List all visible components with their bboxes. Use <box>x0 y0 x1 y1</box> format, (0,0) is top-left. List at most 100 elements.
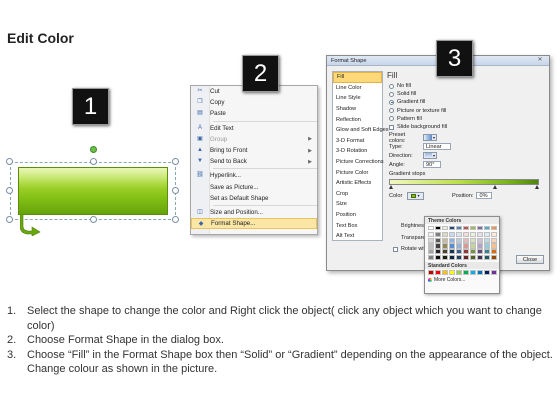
fill-option-picture-or-texture-fill[interactable]: Picture or texture fill <box>387 107 547 115</box>
theme-color-swatch[interactable] <box>428 243 434 249</box>
standard-color-swatch[interactable] <box>456 270 462 276</box>
resize-handle-se[interactable] <box>172 216 179 223</box>
theme-color-swatch[interactable] <box>435 237 441 243</box>
standard-color-swatch[interactable] <box>428 270 434 276</box>
theme-color-swatch[interactable] <box>491 226 497 231</box>
standard-color-swatch[interactable] <box>470 270 476 276</box>
resize-handle-e[interactable] <box>172 187 179 194</box>
nav-item-line-color[interactable]: Line Color <box>333 83 382 94</box>
nav-item-text-box[interactable]: Text Box <box>333 220 382 231</box>
theme-color-swatch[interactable] <box>442 226 448 231</box>
menu-item-hyperlink[interactable]: ⛓ Hyperlink... <box>191 170 317 181</box>
position-input[interactable]: 0% <box>476 192 493 200</box>
close-button[interactable]: Close <box>516 255 544 264</box>
theme-color-swatch[interactable] <box>449 226 455 231</box>
theme-color-swatch[interactable] <box>484 243 490 249</box>
standard-color-swatch[interactable] <box>449 270 455 276</box>
theme-color-swatch[interactable] <box>456 226 462 231</box>
resize-handle-w[interactable] <box>6 187 13 194</box>
theme-color-swatch[interactable] <box>463 231 469 237</box>
theme-color-swatch[interactable] <box>470 249 476 255</box>
theme-color-swatch[interactable] <box>435 231 441 237</box>
theme-color-swatch[interactable] <box>435 254 441 261</box>
theme-color-swatch[interactable] <box>463 243 469 249</box>
theme-color-swatch[interactable] <box>463 254 469 261</box>
rotation-handle[interactable] <box>90 146 97 153</box>
theme-color-swatch[interactable] <box>442 237 448 243</box>
nav-item-alt-text[interactable]: Alt Text <box>333 231 382 242</box>
nav-item-fill[interactable]: Fill <box>333 72 382 83</box>
theme-color-swatch[interactable] <box>456 231 462 237</box>
menu-item-format-shape[interactable]: ◆ Format Shape... <box>191 218 317 230</box>
gradient-stop-handle[interactable] <box>389 185 393 190</box>
theme-color-swatch[interactable] <box>456 249 462 255</box>
theme-color-swatch[interactable] <box>449 254 455 261</box>
color-picker-button[interactable]: ▾ <box>407 191 424 200</box>
menu-item-bring-to-front[interactable]: ▲ Bring to Front ▶ <box>191 145 317 156</box>
resize-handle-nw[interactable] <box>6 158 13 165</box>
nav-item-position[interactable]: Position <box>333 210 382 221</box>
theme-color-swatch[interactable] <box>477 231 483 237</box>
theme-color-swatch[interactable] <box>442 243 448 249</box>
theme-color-swatch[interactable] <box>477 254 483 261</box>
theme-color-swatch[interactable] <box>470 231 476 237</box>
nav-item-reflection[interactable]: Reflection <box>333 114 382 125</box>
theme-color-swatch[interactable] <box>449 243 455 249</box>
theme-color-swatch[interactable] <box>428 237 434 243</box>
theme-color-swatch[interactable] <box>470 226 476 231</box>
fill-option-no-fill[interactable]: No fill <box>387 82 547 90</box>
nav-item-artistic-effects[interactable]: Artistic Effects <box>333 178 382 189</box>
menu-item-save-as-picture[interactable]: Save as Picture... <box>191 182 317 193</box>
theme-color-swatch[interactable] <box>442 249 448 255</box>
gradient-stop-handle[interactable] <box>535 185 539 190</box>
theme-color-swatch[interactable] <box>435 249 441 255</box>
theme-color-swatch[interactable] <box>442 231 448 237</box>
theme-color-swatch[interactable] <box>491 237 497 243</box>
angle-input[interactable]: 90° <box>423 161 441 169</box>
standard-color-swatch[interactable] <box>442 270 448 276</box>
theme-color-swatch[interactable] <box>428 231 434 237</box>
selected-shape-area[interactable] <box>6 146 180 236</box>
theme-color-swatch[interactable] <box>484 231 490 237</box>
theme-color-swatch[interactable] <box>484 226 490 231</box>
resize-handle-s[interactable] <box>90 216 97 223</box>
theme-color-swatch[interactable] <box>435 226 441 231</box>
theme-color-swatch[interactable] <box>477 237 483 243</box>
theme-color-swatch[interactable] <box>428 249 434 255</box>
theme-color-swatch[interactable] <box>449 249 455 255</box>
theme-color-swatch[interactable] <box>456 243 462 249</box>
menu-item-paste[interactable]: ▤ Paste <box>191 108 317 119</box>
standard-color-swatch[interactable] <box>463 270 469 276</box>
theme-color-swatch[interactable] <box>470 243 476 249</box>
fill-option-solid-fill[interactable]: Solid fill <box>387 90 547 98</box>
gradient-stop-handle[interactable] <box>493 185 497 190</box>
theme-color-swatch[interactable] <box>477 243 483 249</box>
menu-item-send-to-back[interactable]: ▼ Send to Back ▶ <box>191 156 317 167</box>
standard-color-swatch[interactable] <box>484 270 490 276</box>
theme-color-swatch[interactable] <box>463 226 469 231</box>
theme-color-swatch[interactable] <box>484 237 490 243</box>
menu-item-edit-text[interactable]: A Edit Text <box>191 123 317 134</box>
menu-item-group[interactable]: ▣ Group ▶ <box>191 134 317 145</box>
fill-option-pattern-fill[interactable]: Pattern fill <box>387 115 547 123</box>
theme-color-swatch[interactable] <box>491 243 497 249</box>
theme-color-swatch[interactable] <box>484 249 490 255</box>
theme-color-swatch[interactable] <box>491 231 497 237</box>
preset-colors-dropdown[interactable]: ▾ <box>423 134 437 142</box>
theme-color-swatch[interactable] <box>484 254 490 261</box>
theme-color-swatch[interactable] <box>470 237 476 243</box>
nav-item-3-d-rotation[interactable]: 3-D Rotation <box>333 146 382 157</box>
nav-item-3-d-format[interactable]: 3-D Format <box>333 136 382 147</box>
green-shape[interactable] <box>18 167 168 215</box>
menu-item-size-and-position[interactable]: ◫ Size and Position... <box>191 207 317 218</box>
more-colors-option[interactable]: More Colors... <box>425 276 499 283</box>
nav-item-picture-color[interactable]: Picture Color <box>333 167 382 178</box>
standard-color-swatch[interactable] <box>477 270 483 276</box>
theme-color-swatch[interactable] <box>449 237 455 243</box>
fill-option-gradient-fill[interactable]: Gradient fill <box>387 98 547 106</box>
menu-item-set-as-default-shape[interactable]: Set as Default Shape <box>191 193 317 204</box>
resize-handle-ne[interactable] <box>172 158 179 165</box>
theme-color-swatch[interactable] <box>491 249 497 255</box>
theme-color-swatch[interactable] <box>428 226 434 231</box>
direction-dropdown[interactable]: ▾ <box>423 152 437 160</box>
